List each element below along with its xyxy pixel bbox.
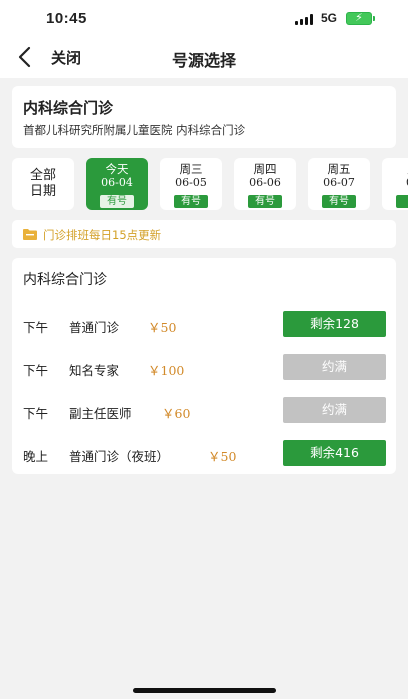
slot-type: 普通门诊 xyxy=(69,320,120,335)
nav-bar: 关闭 号源选择 xyxy=(0,38,408,78)
slot-period: 下午 xyxy=(23,363,49,378)
folder-icon xyxy=(23,229,37,240)
status-time: 10:45 xyxy=(46,10,87,27)
schedule-card: 内科综合门诊 下午 普通门诊 ￥50 剩余128 下午 知名专家 ￥100 约满… xyxy=(12,258,396,474)
date-value: 06-05 xyxy=(175,176,207,189)
slot-row: 下午 知名专家 ￥100 约满 xyxy=(12,354,396,382)
battery-charging-icon: ⚡ xyxy=(346,11,375,25)
slot-price: ￥100 xyxy=(148,363,185,378)
schedule-notice: 门诊排班每日15点更新 xyxy=(12,220,396,248)
slot-price: ￥50 xyxy=(148,320,177,335)
network-label: 5G xyxy=(321,11,338,25)
date-value: 06-04 xyxy=(101,176,133,189)
page-title: 号源选择 xyxy=(171,51,236,70)
slot-period: 下午 xyxy=(23,406,49,421)
book-slot-button[interactable]: 约满 xyxy=(283,397,386,423)
book-slot-button[interactable]: 约满 xyxy=(283,354,386,380)
date-value: 06 xyxy=(382,177,408,189)
all-dates-button[interactable]: 全部 日期 xyxy=(12,158,74,210)
all-dates-label-line1: 全部 xyxy=(29,168,56,183)
availability-badge: 有号 xyxy=(322,195,356,208)
date-tile-wed[interactable]: 周三 06-05 有号 xyxy=(160,158,222,210)
date-weekday: 周三 xyxy=(179,162,203,176)
book-slot-button[interactable]: 剩余128 xyxy=(283,311,386,337)
signal-icon xyxy=(295,14,315,25)
date-weekday: 今天 xyxy=(105,162,129,176)
status-bar: 10:45 5G ⚡ xyxy=(0,0,408,38)
date-weekday: 周五 xyxy=(327,162,351,176)
availability-badge: 有号 xyxy=(248,195,282,208)
availability-badge: 有号 xyxy=(100,195,134,208)
slot-type: 副主任医师 xyxy=(69,406,132,421)
department-name: 内科综合门诊 xyxy=(23,99,114,117)
slot-row: 下午 普通门诊 ￥50 剩余128 xyxy=(12,311,396,339)
schedule-title: 内科综合门诊 xyxy=(23,272,107,288)
date-weekday: 周 xyxy=(382,163,408,175)
slot-type: 知名专家 xyxy=(69,363,120,378)
all-dates-label-line2: 日期 xyxy=(29,184,56,199)
notice-text: 门诊排班每日15点更新 xyxy=(43,228,162,242)
slot-row: 下午 副主任医师 ￥60 约满 xyxy=(12,397,396,425)
hospital-name: 首都儿科研究所附属儿童医院 内科综合门诊 xyxy=(23,123,246,137)
date-tile-partial[interactable]: 周 06 有 xyxy=(382,158,408,210)
date-tile-today[interactable]: 今天 06-04 有号 xyxy=(86,158,148,210)
date-value: 06-07 xyxy=(323,176,355,189)
slot-type: 普通门诊（夜班） xyxy=(69,449,170,464)
department-card: 内科综合门诊 首都儿科研究所附属儿童医院 内科综合门诊 xyxy=(12,86,396,148)
slot-price: ￥50 xyxy=(208,449,237,464)
date-weekday: 周四 xyxy=(253,162,277,176)
date-value: 06-06 xyxy=(249,176,281,189)
availability-badge: 有号 xyxy=(174,195,208,208)
book-slot-button[interactable]: 剩余416 xyxy=(283,440,386,466)
availability-badge: 有 xyxy=(396,195,408,208)
date-tile-thu[interactable]: 周四 06-06 有号 xyxy=(234,158,296,210)
slot-period: 晚上 xyxy=(23,449,49,464)
date-selector: 全部 日期 今天 06-04 有号 周三 06-05 有号 周四 06-06 有… xyxy=(0,156,408,214)
home-indicator[interactable] xyxy=(133,688,276,693)
slot-row: 晚上 普通门诊（夜班） ￥50 剩余416 xyxy=(12,440,396,468)
slot-period: 下午 xyxy=(23,320,49,335)
slot-price: ￥60 xyxy=(162,406,191,421)
date-tile-fri[interactable]: 周五 06-07 有号 xyxy=(308,158,370,210)
